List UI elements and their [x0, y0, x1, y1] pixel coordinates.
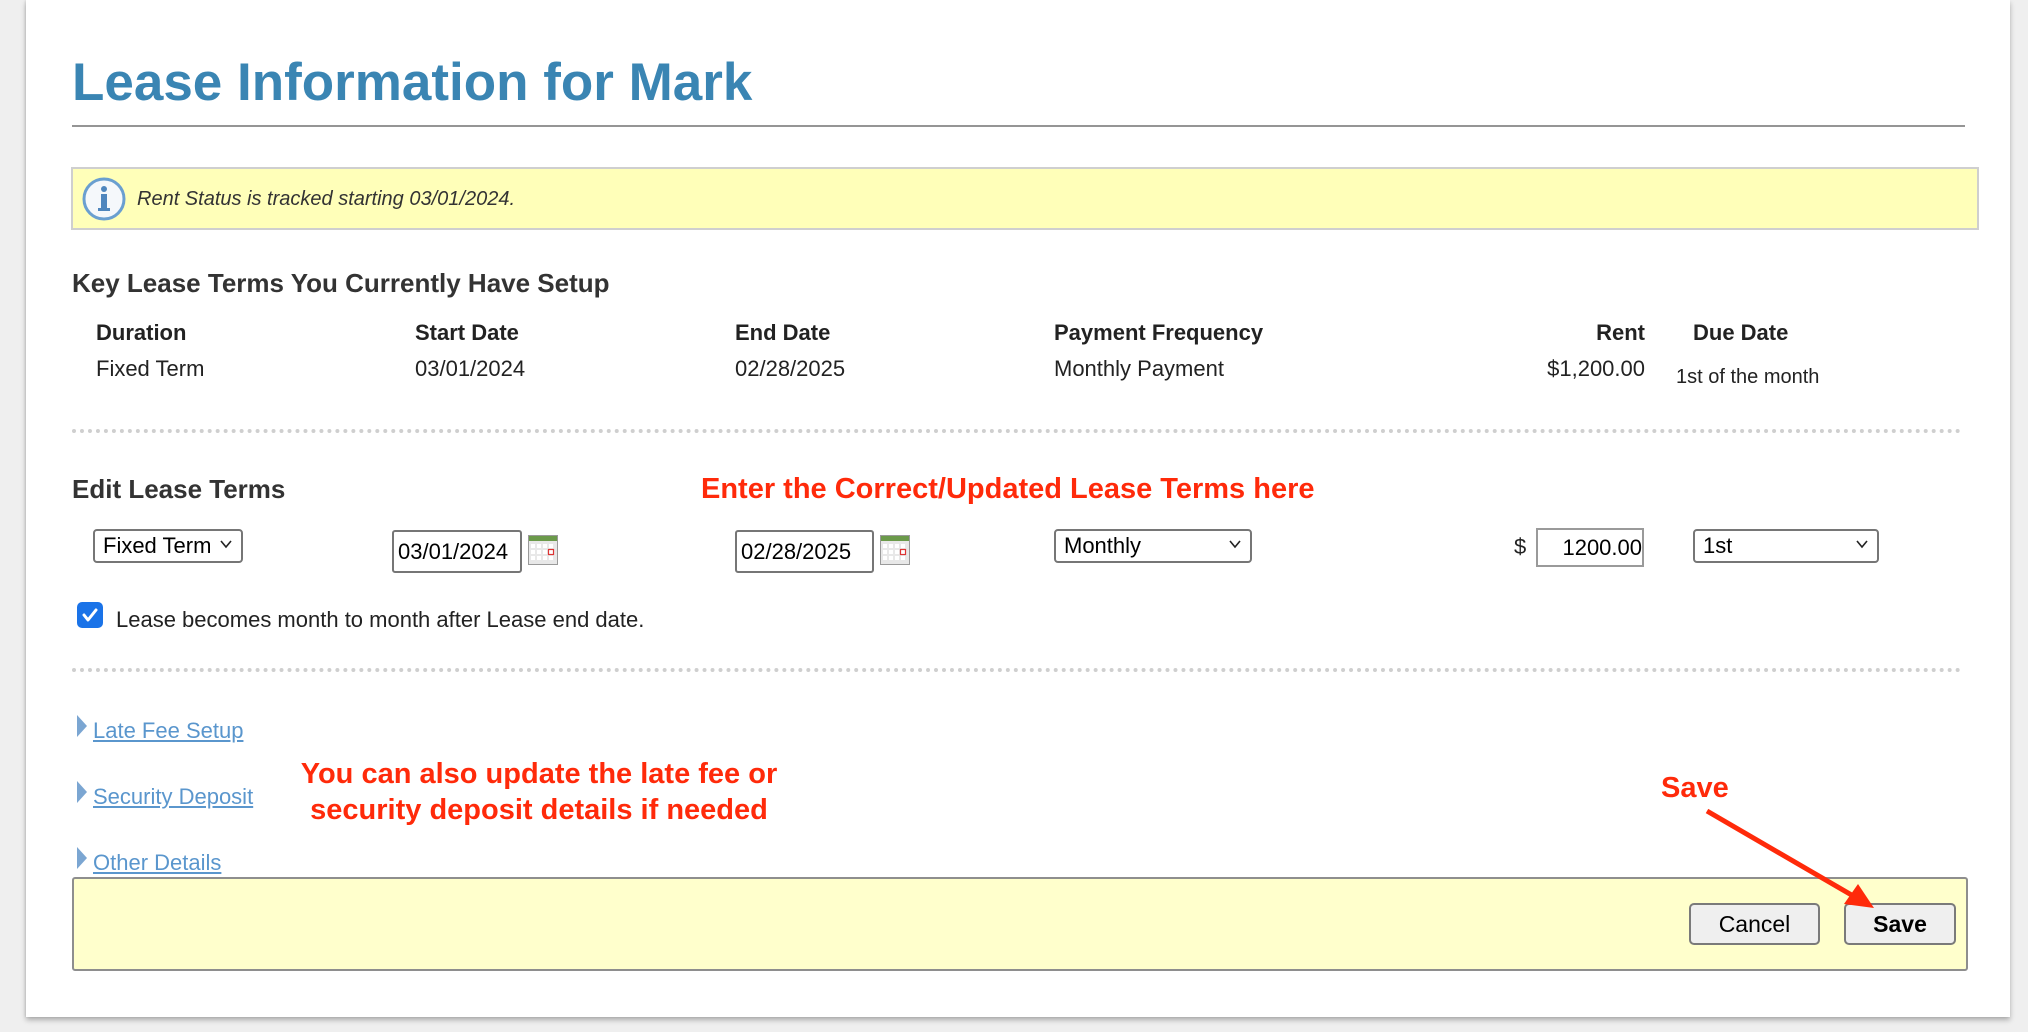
col-header-start-date: Start Date [415, 320, 519, 345]
cancel-button[interactable]: Cancel [1689, 903, 1820, 945]
chevron-down-icon [1856, 540, 1868, 549]
value-due-date: 1st of the month [1676, 366, 1820, 388]
expand-triangle-icon [77, 847, 87, 869]
value-duration: Fixed Term [96, 356, 205, 381]
title-divider [72, 125, 1965, 127]
currency-symbol: $ [1514, 534, 1527, 559]
security-deposit-link[interactable]: Security Deposit [93, 784, 253, 810]
calendar-icon[interactable] [528, 535, 558, 565]
rent-amount-input[interactable] [1536, 528, 1644, 567]
col-header-payment-frequency: Payment Frequency [1054, 320, 1264, 345]
info-message: Rent Status is tracked starting 03/01/20… [137, 188, 515, 210]
section-other-details[interactable]: Other Details [77, 840, 221, 876]
duration-select-value: Fixed Term [103, 533, 212, 558]
value-start-date: 03/01/2024 [415, 356, 526, 381]
save-hint-annotation: Save [1661, 772, 1729, 804]
section-divider [72, 429, 1962, 433]
payment-frequency-value: Monthly [1064, 533, 1142, 558]
page-title: Lease Information for Mark [72, 53, 753, 112]
expand-triangle-icon [77, 715, 87, 737]
save-button[interactable]: Save [1844, 903, 1956, 945]
due-date-select[interactable]: 1st [1693, 529, 1879, 563]
chevron-down-icon [1229, 540, 1241, 549]
value-payment-frequency: Monthly Payment [1054, 356, 1224, 381]
value-end-date: 02/28/2025 [735, 356, 846, 381]
form-footer: Cancel Save [72, 877, 1968, 971]
section-security-deposit[interactable]: Security Deposit [77, 774, 253, 810]
month-to-month-checkbox[interactable] [77, 602, 103, 628]
end-date-input[interactable] [735, 530, 874, 573]
value-rent: $1,200.00 [1547, 356, 1645, 381]
duration-select[interactable]: Fixed Term [93, 529, 243, 563]
expand-triangle-icon [77, 781, 87, 803]
page-card [26, 0, 2010, 1017]
late-fee-setup-link[interactable]: Late Fee Setup [93, 718, 243, 744]
info-banner: Rent Status is tracked starting 03/01/20… [71, 167, 1979, 230]
sections-hint-line2: security deposit details if needed [310, 794, 768, 826]
section-divider [72, 668, 1962, 672]
col-header-due-date: Due Date [1693, 320, 1789, 345]
current-terms-heading: Key Lease Terms You Currently Have Setup [72, 268, 610, 298]
other-details-link[interactable]: Other Details [93, 850, 221, 876]
col-header-end-date: End Date [735, 320, 831, 345]
col-header-duration: Duration [96, 320, 187, 345]
checkmark-icon [82, 608, 98, 622]
section-late-fee-setup[interactable]: Late Fee Setup [77, 708, 243, 744]
col-header-rent: Rent [1596, 320, 1645, 345]
edit-terms-heading: Edit Lease Terms [72, 474, 286, 504]
start-date-input[interactable] [392, 530, 522, 573]
info-icon [82, 177, 126, 221]
sections-hint-annotation: You can also update the late fee or secu… [298, 756, 780, 828]
edit-hint-annotation: Enter the Correct/Updated Lease Terms he… [701, 473, 1315, 505]
chevron-down-icon [220, 540, 232, 549]
calendar-icon[interactable] [880, 535, 910, 565]
month-to-month-label: Lease becomes month to month after Lease… [116, 607, 645, 632]
sections-hint-line1: You can also update the late fee or [300, 758, 778, 790]
due-date-value: 1st [1703, 533, 1733, 558]
payment-frequency-select[interactable]: Monthly [1054, 529, 1252, 563]
